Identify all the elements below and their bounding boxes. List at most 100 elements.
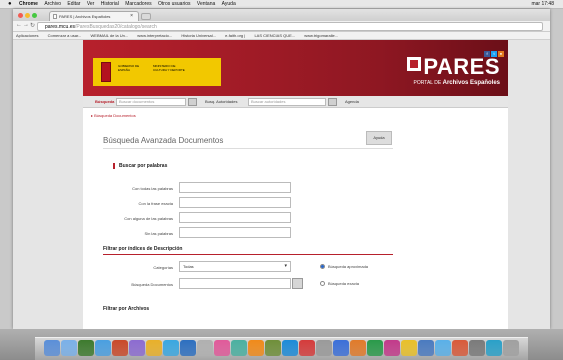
search-docs-input[interactable]: Buscar documentos: [116, 98, 186, 106]
dock-app-icon[interactable]: [486, 340, 502, 356]
close-window-button[interactable]: [18, 13, 23, 18]
search-authorities-button[interactable]: [328, 98, 337, 106]
url-field[interactable]: pares.mcu.es/ParesBusquedas20/catalogo/s…: [37, 22, 543, 31]
apple-menu-icon[interactable]: ●: [8, 0, 12, 8]
menu-otros-usuarios[interactable]: Otros usuarios: [158, 0, 191, 8]
search-authorities-input[interactable]: Buscar autoridades: [248, 98, 326, 106]
dock-app-icon[interactable]: [452, 340, 468, 356]
help-button[interactable]: Ayuda: [366, 131, 392, 145]
dock-app-icon[interactable]: [163, 340, 179, 356]
field-label-any-words: Con alguna de las palabras: [124, 216, 173, 221]
bookmark-item[interactable]: Aplicaciones: [16, 32, 38, 39]
bookmark-item[interactable]: Historia Universal...: [181, 32, 216, 39]
radio-approximate[interactable]: [320, 264, 325, 269]
chevron-down-icon: ▾: [284, 263, 287, 269]
government-banner[interactable]: GOBIERNO DE ESPAÑA MINISTERIO DE CULTURA…: [93, 58, 221, 86]
radio-exact-label: Búsqueda exacta: [328, 281, 359, 286]
category-select[interactable]: Todas ▾: [179, 261, 291, 272]
breadcrumb: ▸ Búsqueda Documentos: [91, 113, 136, 118]
pares-logo-subtitle: PORTAL DE Archivos Españoles: [407, 80, 500, 86]
index-search-button[interactable]: [292, 278, 303, 289]
menu-ayuda[interactable]: Ayuda: [222, 0, 236, 8]
section-indices-title: Filtrar por índices de Descripción: [103, 246, 183, 252]
all-words-input[interactable]: [179, 182, 291, 193]
dock-app-icon[interactable]: [95, 340, 111, 356]
dock-app-icon[interactable]: [367, 340, 383, 356]
page-content: f t ● GOBIERNO DE ESPAÑA MINISTERIO DE CUL…: [83, 40, 508, 329]
dock-icons: [44, 338, 524, 358]
dock-app-icon[interactable]: [78, 340, 94, 356]
site-header: f t ● GOBIERNO DE ESPAÑA MINISTERIO DE CUL…: [83, 40, 508, 96]
dock-app-icon[interactable]: [401, 340, 417, 356]
dock-app-icon[interactable]: [265, 340, 281, 356]
dock-app-icon[interactable]: [282, 340, 298, 356]
zoom-window-button[interactable]: [32, 13, 37, 18]
dock-app-icon[interactable]: [180, 340, 196, 356]
search-authorities-label: Busq. Autoridades: [205, 99, 238, 104]
section-archive-title: Filtrar por Archivos: [103, 306, 150, 312]
new-tab-button[interactable]: [141, 13, 151, 20]
dock-app-icon[interactable]: [146, 340, 162, 356]
tab-bar: PARES | Archivos Españoles ×: [13, 9, 550, 21]
bookmark-item[interactable]: www.interpretacio...: [137, 32, 172, 39]
tab-favicon-icon: [53, 14, 57, 19]
bookmark-item[interactable]: www.trigomaralle...: [304, 32, 338, 39]
menu-archivo[interactable]: Archivo: [44, 0, 61, 8]
tab-title: PARES | Archivos Españoles: [59, 14, 111, 19]
dock-app-icon[interactable]: [503, 340, 519, 356]
menu-ventana[interactable]: Ventana: [197, 0, 215, 8]
minimize-window-button[interactable]: [25, 13, 30, 18]
without-words-input[interactable]: [179, 227, 291, 238]
dock-app-icon[interactable]: [197, 340, 213, 356]
bookmark-item[interactable]: WEBMAIL de la Un...: [91, 32, 129, 39]
tab-close-icon[interactable]: ×: [130, 12, 133, 21]
search-docs-field-label: Búsqueda Documentos: [131, 282, 173, 287]
pares-logo-title: PARES: [423, 54, 500, 79]
radio-exact[interactable]: [320, 281, 325, 286]
menu-historial[interactable]: Historial: [101, 0, 119, 8]
index-search-input[interactable]: [179, 278, 291, 289]
dock-app-icon[interactable]: [112, 340, 128, 356]
quick-search-bar: Búsqueda Buscar documentos Busq. Autorid…: [83, 96, 508, 108]
dock-app-icon[interactable]: [44, 340, 60, 356]
dock-app-icon[interactable]: [129, 340, 145, 356]
back-arrow-icon[interactable]: ←: [16, 22, 22, 28]
menubar-clock: mar 17:48: [531, 1, 554, 7]
search-docs-button[interactable]: [188, 98, 197, 106]
pares-logo[interactable]: PARES PORTAL DE Archivos Españoles: [407, 54, 500, 86]
dock-app-icon[interactable]: [350, 340, 366, 356]
dock-app-icon[interactable]: [469, 340, 485, 356]
dock-app-icon[interactable]: [418, 340, 434, 356]
dock-app-icon[interactable]: [435, 340, 451, 356]
ministerio-text: MINISTERIO DE CULTURA Y DEPORTE: [153, 64, 185, 72]
page-title: Búsqueda Avanzada Documentos: [103, 136, 224, 145]
url-host: pares.mcu.es: [45, 24, 76, 30]
pares-subtitle-prefix: PORTAL DE: [413, 80, 442, 86]
bookmark-item[interactable]: e-faith.org |: [225, 32, 245, 39]
search-docs-label: Búsqueda: [95, 99, 115, 104]
menu-editar[interactable]: Editar: [67, 0, 80, 8]
menu-app-name[interactable]: Chrome: [19, 0, 38, 8]
dock-app-icon[interactable]: [316, 340, 332, 356]
menu-marcadores[interactable]: Marcadores: [125, 0, 151, 8]
dock-app-icon[interactable]: [384, 340, 400, 356]
menu-ver[interactable]: Ver: [87, 0, 95, 8]
dock-app-icon[interactable]: [248, 340, 264, 356]
bookmarks-bar: Aplicaciones Comenzar a usar... WEBMAIL …: [13, 32, 550, 40]
browser-tab[interactable]: PARES | Archivos Españoles ×: [49, 11, 139, 21]
dock-app-icon[interactable]: [231, 340, 247, 356]
exact-phrase-input[interactable]: [179, 197, 291, 208]
any-words-input[interactable]: [179, 212, 291, 223]
breadcrumb-item[interactable]: Búsqueda Documentos: [94, 113, 136, 118]
forward-arrow-icon[interactable]: →: [23, 22, 29, 28]
dock-app-icon[interactable]: [299, 340, 315, 356]
dock-app-icon[interactable]: [333, 340, 349, 356]
reload-icon[interactable]: ↻: [30, 22, 35, 29]
bookmark-item[interactable]: LAS CIENCIAS QUE...: [254, 32, 295, 39]
field-label-all-words: Con todas las palabras: [132, 186, 173, 191]
dock-app-icon[interactable]: [61, 340, 77, 356]
category-value: Todas: [183, 264, 194, 269]
dock-app-icon[interactable]: [214, 340, 230, 356]
agenda-link[interactable]: Agenda: [345, 96, 359, 108]
bookmark-item[interactable]: Comenzar a usar...: [48, 32, 82, 39]
